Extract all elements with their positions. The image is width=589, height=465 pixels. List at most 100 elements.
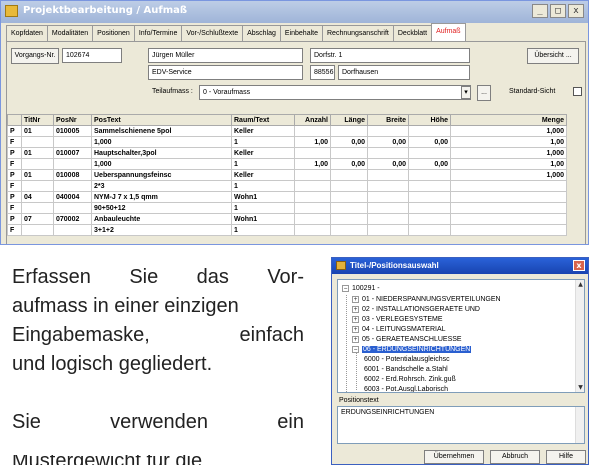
teilaufmass-dots-button[interactable]: ... (477, 85, 491, 101)
cell-type[interactable]: F (7, 158, 22, 170)
cell-laenge[interactable] (330, 147, 368, 159)
cell-type[interactable]: F (7, 224, 22, 236)
cell-type[interactable]: P (7, 125, 22, 137)
cell-titnr[interactable]: 01 (21, 147, 54, 159)
table-row[interactable]: F 1,000 1 1,00 0,00 0,00 0,00 1,00 (7, 158, 567, 170)
cell-breite[interactable] (367, 180, 409, 192)
cell-titnr[interactable] (21, 136, 54, 148)
cell-laenge[interactable] (330, 125, 368, 137)
cell-menge[interactable]: 1,000 (450, 125, 567, 137)
cell-type[interactable]: F (7, 136, 22, 148)
cell-type[interactable]: F (7, 180, 22, 192)
tree-child[interactable]: 6001 - Bandschelle a.Stahl (364, 365, 448, 375)
close-button[interactable]: x (568, 4, 584, 18)
cell-hoehe[interactable] (408, 213, 451, 225)
cell-menge[interactable] (450, 191, 567, 203)
tree-child[interactable]: 6003 - Pot.Ausgl.Laborisch (364, 385, 448, 392)
table-row[interactable]: P 01 010008 Ueberspannungsfeinsc Keller 1,000 (7, 169, 567, 181)
dialog-close-button[interactable]: x (573, 260, 585, 271)
cell-titnr[interactable]: 01 (21, 169, 54, 181)
cell-menge[interactable] (450, 202, 567, 214)
table-row[interactable]: F 90+50+12 1 (7, 202, 567, 214)
uebernehmen-button[interactable]: Übernehmen (424, 450, 484, 464)
cell-hoehe[interactable] (408, 224, 451, 236)
cell-posnr[interactable]: 070002 (53, 213, 92, 225)
cell-posnr[interactable]: 010005 (53, 125, 92, 137)
cell-raum[interactable]: Wohn1 (231, 191, 295, 203)
tree-item[interactable]: +01 - NIEDERSPANNUNGSVERTEILUNGEN (352, 295, 501, 305)
tree-child[interactable]: 6002 - Erd.Rohrsch. Zink.guß (364, 375, 456, 385)
expand-icon[interactable]: + (352, 296, 359, 303)
cell-titnr[interactable] (21, 224, 54, 236)
cell-anzahl[interactable] (294, 213, 331, 225)
position-tree[interactable]: −100291 - +01 - NIEDERSPANNUNGSVERTEILUN… (337, 279, 585, 393)
cell-breite[interactable] (367, 224, 409, 236)
table-row[interactable]: P 01 010007 Hauptschalter,3pol Keller 1,000 (7, 147, 567, 159)
cell-postext[interactable]: Hauptschalter,3pol (91, 147, 232, 159)
cell-posnr[interactable] (53, 136, 92, 148)
col-postext-header[interactable]: PosText (91, 114, 232, 126)
cell-postext[interactable]: Ueberspannungsfeinsc (91, 169, 232, 181)
cell-hoehe[interactable] (408, 125, 451, 137)
cell-laenge[interactable]: 0,00 (330, 158, 368, 170)
tab-info-termine[interactable]: Info/Termine (133, 25, 183, 41)
scroll-up-icon[interactable]: ▲ (576, 280, 584, 289)
cell-raum[interactable]: 1 (231, 158, 295, 170)
customer-company-field[interactable]: EDV-Service (148, 65, 303, 80)
cell-menge[interactable] (450, 213, 567, 225)
hilfe-button[interactable]: Hilfe (546, 450, 586, 464)
cell-anzahl[interactable] (294, 169, 331, 181)
cell-posnr[interactable] (53, 202, 92, 214)
cell-postext[interactable]: NYM-J 7 x 1,5 qmm (91, 191, 232, 203)
table-row[interactable]: F 3+1+2 1 (7, 224, 567, 236)
cell-hoehe[interactable]: 0,00 (408, 136, 451, 148)
tree-item[interactable]: +03 - VERLEGESYSTEME (352, 315, 443, 325)
tab-vor-schlusstexte[interactable]: Vor-/Schlußtexte (181, 25, 244, 41)
cell-laenge[interactable] (330, 202, 368, 214)
tree-root[interactable]: −100291 - (342, 284, 380, 294)
cell-postext[interactable]: Sammelschienene 5pol (91, 125, 232, 137)
cell-postext[interactable]: 90+50+12 (91, 202, 232, 214)
cell-hoehe[interactable] (408, 202, 451, 214)
cell-hoehe[interactable] (408, 147, 451, 159)
cell-laenge[interactable] (330, 224, 368, 236)
cell-menge[interactable]: 1,000 (450, 169, 567, 181)
cell-menge[interactable]: 1,00 (450, 136, 567, 148)
teilaufmass-select[interactable]: 0 - Voraufmass (199, 85, 471, 100)
cell-hoehe[interactable] (408, 169, 451, 181)
table-row[interactable]: P 01 010005 Sammelschienene 5pol Keller 1,000 (7, 125, 567, 137)
cell-raum[interactable]: Keller (231, 125, 295, 137)
uebersicht-button[interactable]: Übersicht ... (527, 48, 579, 64)
cell-posnr[interactable] (53, 158, 92, 170)
tab-aufmass[interactable]: Aufmaß (431, 23, 466, 41)
window-titlebar[interactable]: Projektbearbeitung / Aufmaß _ □ x (1, 1, 588, 23)
collapse-icon[interactable]: − (352, 346, 359, 353)
cell-anzahl[interactable]: 1,00 (294, 158, 331, 170)
cell-postext[interactable]: 1,000 (91, 158, 232, 170)
cell-hoehe[interactable]: 0,00 (408, 158, 451, 170)
cell-titnr[interactable]: 07 (21, 213, 54, 225)
tab-kopfdaten[interactable]: Kopfdaten (6, 25, 48, 41)
cell-titnr[interactable] (21, 158, 54, 170)
col-breite-header[interactable]: Breite (367, 114, 409, 126)
cell-type[interactable]: F (7, 202, 22, 214)
cell-laenge[interactable] (330, 169, 368, 181)
cell-posnr[interactable]: 010008 (53, 169, 92, 181)
cell-raum[interactable]: Keller (231, 169, 295, 181)
vorgang-nr-button[interactable]: Vorgangs-Nr. (11, 48, 59, 64)
tab-positionen[interactable]: Positionen (92, 25, 135, 41)
tree-item[interactable]: +02 - INSTALLATIONSGERAETE UND (352, 305, 480, 315)
street-field[interactable]: Dorfstr. 1 (310, 48, 470, 63)
table-row[interactable]: F 1,000 1 1,00 0,00 0,00 0,00 1,00 (7, 136, 567, 148)
zip-field[interactable]: 88556 (310, 65, 335, 80)
cell-breite[interactable] (367, 147, 409, 159)
col-laenge-header[interactable]: Länge (330, 114, 368, 126)
cell-laenge[interactable] (330, 191, 368, 203)
cell-type[interactable]: P (7, 147, 22, 159)
cell-menge[interactable] (450, 224, 567, 236)
cell-raum[interactable]: 1 (231, 180, 295, 192)
positionstext-scrollbar[interactable] (575, 407, 584, 443)
city-field[interactable]: Dorfhausen (338, 65, 470, 80)
cell-raum[interactable]: 1 (231, 136, 295, 148)
tab-abschlag[interactable]: Abschlag (242, 25, 281, 41)
